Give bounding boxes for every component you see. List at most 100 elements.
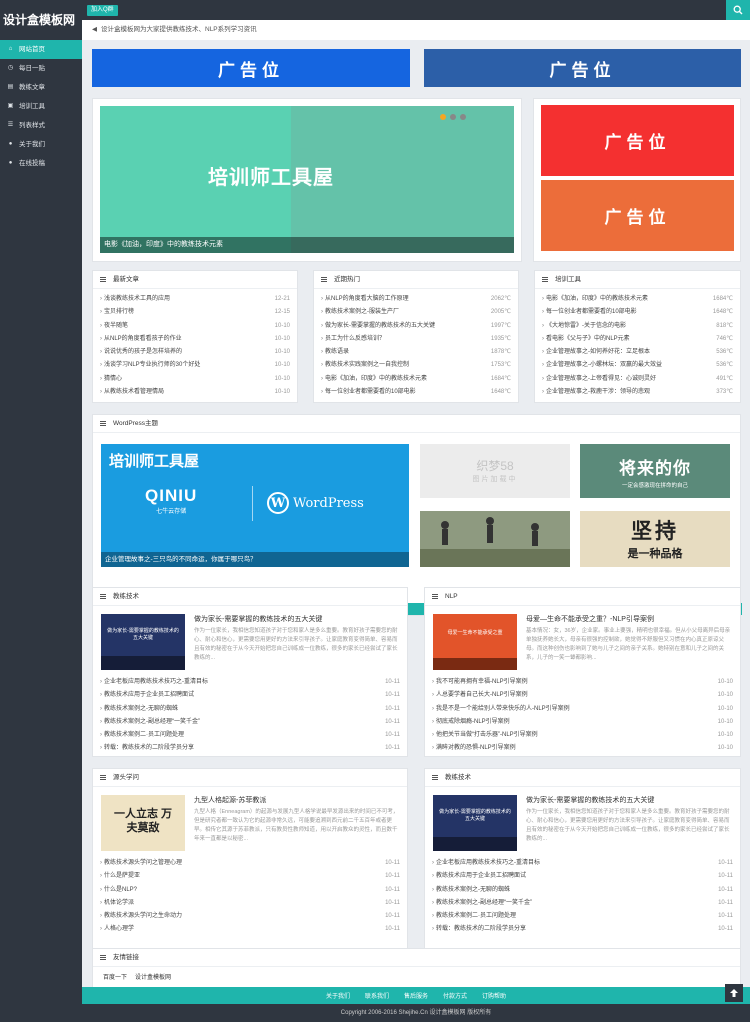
featured-article[interactable]: 做为家长-需要掌握的教练技术的五大关键 做为家长-需要掌握的教练技术的五大关键 …: [425, 787, 740, 855]
sidebar-item-about[interactable]: ● 关于我们: [0, 135, 82, 154]
list-item-title[interactable]: 宝贝排行榜: [104, 306, 275, 319]
ad-banner-1[interactable]: 广告位: [92, 49, 410, 87]
ad-banner-2[interactable]: 广告位: [424, 49, 741, 87]
list-item-title[interactable]: 教练技术案例之-服装生产厂: [325, 306, 491, 319]
list-item[interactable]: 教练技术案例之-副总经理“一笑千金”10-11: [432, 897, 733, 910]
sidebar-item-tools[interactable]: ▣ 培训工具: [0, 97, 82, 116]
list-item-title[interactable]: 浅谈教练技术工具的应用: [104, 293, 275, 306]
list-item[interactable]: 浅谈教练技术工具的应用12-21: [100, 293, 290, 306]
slider[interactable]: 培训师工具屋 电影《加油，印度》中的教练技术元素: [92, 98, 522, 262]
list-item-title[interactable]: 转载：教练技术的二阶段学员分享: [436, 923, 718, 936]
slider-dot[interactable]: [460, 114, 466, 120]
list-item[interactable]: 教练技术案例之-无聊的蜘蛛10-11: [100, 703, 400, 716]
list-item[interactable]: 从教练技术看管理情局10-10: [100, 386, 290, 399]
list-item[interactable]: 教练技术案例之-无聊的蜘蛛10-11: [432, 884, 733, 897]
list-item-title[interactable]: 企业管理故事之-如何养好花：立足根本: [546, 346, 716, 359]
list-item-title[interactable]: 什么是NLP?: [104, 884, 385, 897]
list-item[interactable]: 什么是NLP?10-11: [100, 884, 400, 897]
list-item-title[interactable]: 从教练技术看管理情局: [104, 386, 275, 399]
list-item[interactable]: 猜情心10-10: [100, 373, 290, 386]
list-item[interactable]: 企业管理故事之-救鹿干涉：领导的悲观373℃: [542, 386, 733, 399]
footer-link-contact[interactable]: 联系我们: [365, 991, 389, 1000]
article-thumbnail[interactable]: 做为家长-需要掌握的教练技术的五大关键: [433, 795, 517, 851]
list-item[interactable]: 做为家长-需要掌握的教练技术的五大关键1997℃: [321, 320, 511, 333]
featured-title[interactable]: 做为家长-需要掌握的教练技术的五大关键: [526, 795, 732, 805]
article-thumbnail[interactable]: 一人立志 万夫莫敌: [101, 795, 185, 851]
list-item[interactable]: 教练技术案例之-副总经理“一笑千金”10-11: [100, 716, 400, 729]
list-item[interactable]: 《大地惊雷》-关于信念的电影818℃: [542, 320, 733, 333]
list-item-title[interactable]: 教练技术案例二·员工问题处理: [436, 910, 718, 923]
wp-grid-1[interactable]: 织梦58 图片加载中: [420, 444, 570, 498]
list-item-title[interactable]: 满眸对教的恐惧-NLP引导案例: [436, 742, 718, 755]
list-item-title[interactable]: 教练技术案例之-无聊的蜘蛛: [436, 884, 718, 897]
list-item[interactable]: 什么是萨提亚10-11: [100, 870, 400, 883]
list-item[interactable]: 教练技术应用于企业员工招聘面试10-11: [100, 689, 400, 702]
list-item[interactable]: 教练技术案例之-服装生产厂2005℃: [321, 306, 511, 319]
list-item-title[interactable]: 每一位创业者都需要看的10部电影: [546, 306, 713, 319]
list-item-title[interactable]: 教练技术应用于企业员工招聘面试: [104, 689, 385, 702]
list-item-title[interactable]: 教练语录: [325, 346, 491, 359]
list-item[interactable]: 企业管理故事之-小螺林坛：双赢的最大效益536℃: [542, 359, 733, 372]
article-thumbnail[interactable]: 母爱一生命不能承受之重: [433, 614, 517, 670]
list-item[interactable]: 教练技术源头学问之生命动力10-11: [100, 910, 400, 923]
slider-caption[interactable]: 电影《加油，印度》中的教练技术元素: [100, 237, 514, 253]
friend-link[interactable]: 百度一下: [103, 972, 127, 981]
list-item-title[interactable]: 教练技术实践案例之一自我控制: [325, 359, 491, 372]
footer-link-help[interactable]: 订购帮助: [482, 991, 506, 1000]
footer-link-about[interactable]: 关于我们: [326, 991, 350, 1000]
sidebar-item-home[interactable]: ⌂ 网站首页: [0, 40, 82, 59]
list-item[interactable]: 教练技术应用于企业员工招聘面试10-11: [432, 870, 733, 883]
list-item-title[interactable]: 他把关节当做“打击乐器”-NLP引导案例: [436, 729, 718, 742]
featured-title[interactable]: 做为家长-需要掌握的教练技术的五大关键: [194, 614, 399, 624]
list-item[interactable]: 宝贝排行榜12-15: [100, 306, 290, 319]
list-item[interactable]: 转载：教练技术的二阶段学员分享10-11: [432, 923, 733, 936]
list-item[interactable]: 教练技术源头学问之管理心理10-11: [100, 857, 400, 870]
slider-dot[interactable]: [450, 114, 456, 120]
search-button[interactable]: [726, 0, 750, 20]
list-item-title[interactable]: 说说优秀的孩子是怎样培养的: [104, 346, 275, 359]
list-item[interactable]: 企业管理故事之-如何养好花：立足根本536℃: [542, 346, 733, 359]
list-item[interactable]: 转载：教练技术的二阶段学员分享10-11: [100, 742, 400, 755]
friend-link[interactable]: 设计盒模板网: [135, 972, 171, 981]
featured-title[interactable]: 九型人格起源-苏菲教派: [194, 795, 399, 805]
list-item-title[interactable]: 教练技术源头学问之生命动力: [104, 910, 385, 923]
list-item[interactable]: 电影《加油，印度》中的教练技术元素1684℃: [542, 293, 733, 306]
list-item[interactable]: 我是不是一个能给别人带来快乐的人-NLP引导案例10-10: [432, 703, 733, 716]
list-item[interactable]: 满眸对教的恐惧-NLP引导案例10-10: [432, 742, 733, 755]
list-item-title[interactable]: 教练技术案例之-无聊的蜘蛛: [104, 703, 385, 716]
list-item[interactable]: 每一位创业者都需要看的10部电影1648℃: [321, 386, 511, 399]
featured-article[interactable]: 母爱一生命不能承受之重 母爱—生命不能承受之重？-NLP引导案例 基本情况：女，…: [425, 606, 740, 674]
site-logo[interactable]: 设计盒模板网: [0, 0, 82, 40]
list-item-title[interactable]: 教练技术案例二·员工问题处理: [104, 729, 385, 742]
list-item[interactable]: 教练语录1878℃: [321, 346, 511, 359]
list-item-title[interactable]: 企业管理故事之-小螺林坛：双赢的最大效益: [546, 359, 716, 372]
wp-grid-4[interactable]: 坚持 是一种品格: [580, 511, 730, 567]
list-item[interactable]: 员工为什么反感培训？1935℃: [321, 333, 511, 346]
list-item[interactable]: 教练技术案例二·员工问题处理10-11: [432, 910, 733, 923]
list-item-title[interactable]: 每一位创业者都需要看的10部电影: [325, 386, 491, 399]
ad-square-red[interactable]: 广告位: [541, 105, 734, 176]
list-item[interactable]: 从NLP的角度看大脑的工作原理2062℃: [321, 293, 511, 306]
list-item-title[interactable]: 企业管理故事之-救鹿干涉：领导的悲观: [546, 386, 716, 399]
footer-link-service[interactable]: 售后服务: [404, 991, 428, 1000]
list-item-title[interactable]: 夜半随笔: [104, 320, 275, 333]
featured-article[interactable]: 做为家长-需要掌握的教练技术的五大关键 做为家长-需要掌握的教练技术的五大关键 …: [93, 606, 407, 674]
list-item-title[interactable]: 员工为什么反感培训？: [325, 333, 491, 346]
wp-grid-3[interactable]: [420, 511, 570, 567]
list-item-title[interactable]: 转载：教练技术的二阶段学员分享: [104, 742, 385, 755]
list-item-title[interactable]: 《大地惊雷》-关于信念的电影: [546, 320, 716, 333]
list-item-title[interactable]: 我是不是一个能给别人带来快乐的人-NLP引导案例: [436, 703, 718, 716]
list-item-title[interactable]: 看电影《父与子》中的NLP元素: [546, 333, 716, 346]
list-item[interactable]: 从NLP的角度看看孩子的作业10-10: [100, 333, 290, 346]
list-item[interactable]: 彻底戒除烟瘾-NLP引导案例10-10: [432, 716, 733, 729]
list-item-title[interactable]: 人格心理学: [104, 923, 385, 936]
list-item[interactable]: 企业老板应用教练技术技巧之-重清目标10-11: [432, 857, 733, 870]
list-item-title[interactable]: 从NLP的角度看看孩子的作业: [104, 333, 275, 346]
slider-dot[interactable]: [440, 114, 446, 120]
sidebar-item-daily[interactable]: ◷ 每日一贴: [0, 59, 82, 78]
list-item[interactable]: 人总要学着自己长大-NLP引导案例10-10: [432, 689, 733, 702]
ad-square-orange[interactable]: 广告位: [541, 180, 734, 251]
list-item[interactable]: 浅谈学习NLP专业执行师的30个好处10-10: [100, 359, 290, 372]
list-item-title[interactable]: 教练技术案例之-副总经理“一笑千金”: [104, 716, 385, 729]
sidebar-item-articles[interactable]: ▤ 教练文章: [0, 78, 82, 97]
